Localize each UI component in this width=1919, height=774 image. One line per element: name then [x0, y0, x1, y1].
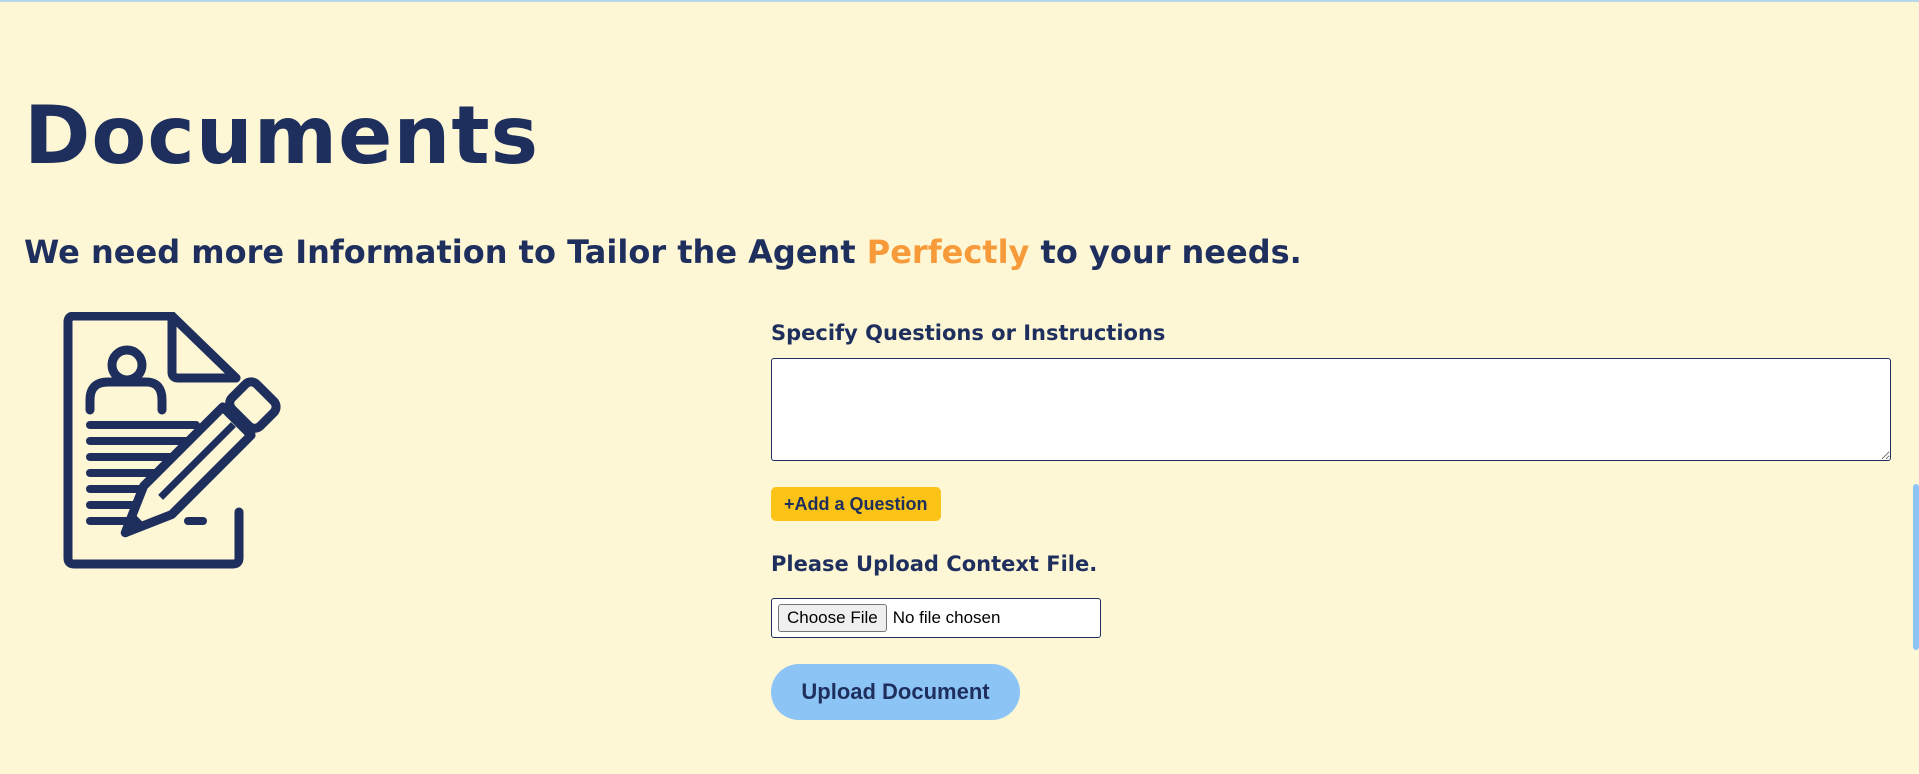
upload-label: Please Upload Context File. [771, 552, 1098, 576]
subtitle-accent-word: Perfectly [866, 233, 1030, 271]
subtitle-text-start: We need more Information to Tailor the A… [24, 233, 856, 271]
upload-document-button[interactable]: Upload Document [771, 664, 1020, 720]
page-title: Documents [24, 89, 540, 182]
page-subtitle: We need more Information to Tailor the A… [24, 228, 1302, 276]
top-divider [0, 0, 1919, 2]
add-question-button[interactable]: +Add a Question [771, 487, 941, 521]
file-input[interactable]: Choose File No file chosen [771, 598, 1101, 638]
choose-file-button[interactable]: Choose File [778, 604, 887, 632]
subtitle-text-end: to your needs. [1040, 233, 1302, 271]
scrollbar-thumb[interactable] [1913, 484, 1919, 650]
file-status-text: No file chosen [892, 608, 1001, 627]
questions-textarea[interactable] [771, 358, 1891, 461]
questions-label: Specify Questions or Instructions [771, 321, 1166, 345]
document-edit-icon [60, 311, 290, 572]
page-scrollbar[interactable] [1913, 0, 1919, 774]
